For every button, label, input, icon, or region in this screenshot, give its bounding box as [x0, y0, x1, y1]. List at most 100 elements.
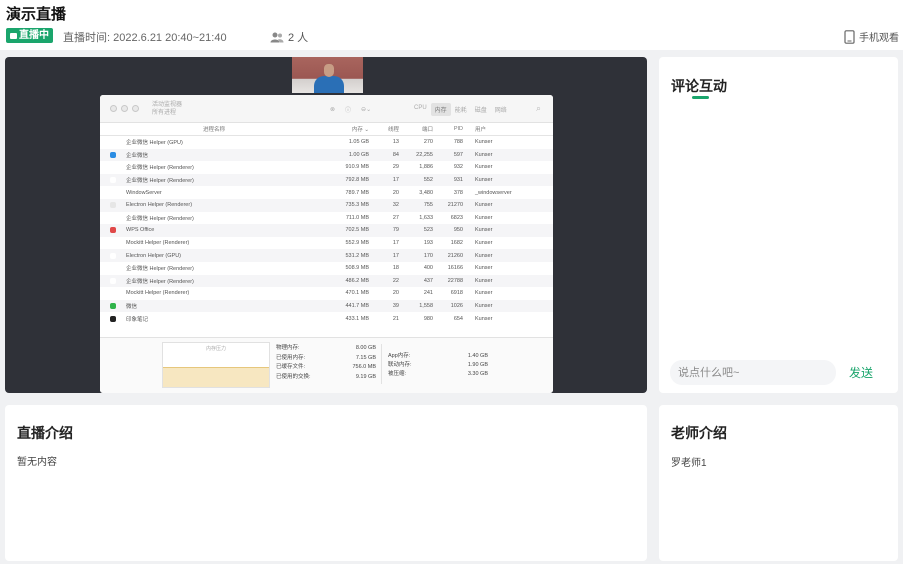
column-ports: 端口	[421, 127, 433, 133]
screen-share: 活动监视器 所有进程 ⊗ ⓘ ⊖⌄ CPU 内存 能耗 磁盘 网络 ⌕ 进程名称…	[100, 95, 553, 393]
live-badge-label: 直播中	[19, 30, 49, 41]
process-memory: 735.3 MB	[345, 202, 369, 209]
intro-body: 暂无内容	[17, 457, 57, 468]
close-process-icon: ⊗	[330, 107, 336, 113]
process-user: Kunser	[475, 227, 493, 234]
process-pid: 932	[453, 164, 463, 171]
comments-panel: 评论互动 发送	[659, 57, 898, 393]
process-name: Mockitt Helper (Renderer)	[126, 290, 190, 297]
process-user: Kunser	[475, 139, 493, 146]
memory-stat-value: 756.0 MB	[352, 364, 376, 370]
tab-memory: 内存	[430, 103, 451, 116]
process-user: Kunser	[475, 252, 493, 259]
teacher-name: 罗老师1	[671, 458, 707, 469]
memory-stat-value: 3.30 GB	[467, 371, 488, 377]
process-ports: 523	[423, 227, 433, 234]
process-icon	[100, 303, 126, 310]
table-row: 企业微信 Helper (Renderer) 910.9 MB 29 1,886 932…	[100, 161, 553, 174]
process-ports: 400	[423, 265, 433, 272]
process-threads: 29	[392, 164, 399, 171]
process-user: Kunser	[475, 290, 493, 297]
process-memory: 702.5 MB	[345, 227, 369, 234]
process-pid: 22788	[447, 277, 463, 284]
process-user: _windowserver	[475, 189, 512, 196]
window-subtitle: 所有进程	[152, 110, 177, 116]
process-pid: 654	[453, 315, 463, 322]
live-video-player[interactable]: 活动监视器 所有进程 ⊗ ⓘ ⊖⌄ CPU 内存 能耗 磁盘 网络 ⌕ 进程名称…	[5, 57, 647, 393]
process-icon	[100, 227, 126, 234]
table-row: 企业微信 Helper (Renderer) 508.9 MB 18 400 16166…	[100, 262, 553, 275]
process-user: Kunser	[475, 214, 493, 221]
mobile-watch-button[interactable]: 手机观看	[844, 29, 899, 44]
process-name: 企业微信 Helper (Renderer)	[126, 165, 194, 172]
process-user: Kunser	[475, 151, 493, 158]
comments-title: 评论互动	[671, 78, 727, 94]
process-pid: 21260	[447, 252, 463, 259]
process-memory: 1.05 GB	[348, 139, 369, 146]
tab-energy: 能耗	[454, 108, 467, 114]
process-user: Kunser	[475, 277, 493, 284]
memory-stats-detail: App内存: 1.40 GB 联动内存: 1.90 GB 被压缩: 3.30 GB	[388, 352, 488, 379]
memory-stat-value: 1.40 GB	[467, 353, 488, 359]
process-memory: 441.7 MB	[345, 303, 369, 310]
process-name: 企业微信 Helper (Renderer)	[126, 215, 194, 222]
process-ports: 170	[423, 252, 433, 259]
process-pid: 21270	[447, 202, 463, 209]
memory-stat-row: App内存: 1.40 GB	[388, 352, 488, 361]
process-name: 企业微信 Helper (Renderer)	[126, 266, 194, 273]
process-ports: 437	[423, 277, 433, 284]
intro-title: 直播介绍	[17, 425, 73, 441]
users-icon	[270, 32, 284, 42]
process-name: WPS Office	[126, 227, 155, 234]
mobile-watch-label: 手机观看	[859, 33, 899, 44]
live-icon	[10, 32, 17, 39]
table-row: Electron Helper (GPU) 531.2 MB 17 170 21260 K…	[100, 249, 553, 262]
process-memory: 470.1 MB	[345, 290, 369, 297]
send-button[interactable]: 发送	[849, 364, 873, 381]
memory-stat-row: 已使用内存: 7.15 GB	[276, 354, 376, 364]
process-ports: 270	[423, 139, 433, 146]
process-user: Kunser	[475, 177, 493, 184]
page-title: 演示直播	[6, 6, 67, 23]
process-icon	[100, 240, 126, 247]
page-header: 演示直播 直播中 直播时间: 2022.6.21 20:40~21:40 2 人…	[0, 0, 903, 50]
comment-input[interactable]	[670, 360, 836, 385]
table-row: 企业微信 Helper (GPU) 1.05 GB 13 270 788 Kunser	[100, 136, 553, 149]
process-pid: 950	[453, 227, 463, 234]
process-user: Kunser	[475, 240, 493, 247]
process-name: WindowServer	[126, 189, 162, 196]
process-memory: 910.9 MB	[345, 164, 369, 171]
more-icon: ⊖⌄	[361, 107, 372, 113]
process-memory: 433.1 MB	[345, 315, 369, 322]
column-name: 进程名称	[202, 127, 225, 133]
process-user: Kunser	[475, 315, 493, 322]
memory-stat-label: App内存:	[388, 353, 411, 359]
teacher-title: 老师介绍	[671, 425, 727, 441]
tab-cpu: CPU	[414, 105, 427, 111]
tab-disk: 磁盘	[474, 108, 487, 114]
process-threads: 17	[392, 240, 399, 247]
memory-stat-value: 7.15 GB	[355, 354, 376, 361]
table-row: WindowServer 789.7 MB 20 3,480 378 _windowser…	[100, 186, 553, 199]
process-ports: 193	[423, 240, 433, 247]
process-pid: 931	[453, 177, 463, 184]
process-pid: 1026	[450, 303, 463, 310]
process-icon	[100, 202, 126, 209]
process-name: Electron Helper (GPU)	[126, 252, 182, 259]
memory-stat-row: 已缓存文件: 756.0 MB	[276, 363, 376, 373]
table-row: 企业微信 Helper (Renderer) 792.8 MB 17 552 931 Ku…	[100, 173, 553, 187]
process-threads: 20	[392, 189, 399, 196]
memory-stat-label: 已使用的交换:	[276, 373, 311, 380]
live-time: 直播时间: 2022.6.21 20:40~21:40	[63, 32, 227, 44]
table-row: Electron Helper (Renderer) 735.3 MB 32 755 2…	[100, 198, 553, 212]
process-icon	[100, 214, 126, 221]
table-row: 微信 441.7 MB 39 1,558 1026 Kunser	[100, 299, 553, 313]
live-status-badge: 直播中	[6, 28, 53, 43]
process-memory: 792.8 MB	[345, 177, 369, 184]
process-threads: 18	[392, 265, 399, 272]
process-threads: 20	[392, 290, 399, 297]
live-intro-panel: 直播介绍 暂无内容	[5, 405, 647, 561]
process-threads: 22	[392, 277, 399, 284]
process-threads: 79	[392, 227, 399, 234]
memory-pressure-graph: 内存压力	[162, 342, 270, 388]
